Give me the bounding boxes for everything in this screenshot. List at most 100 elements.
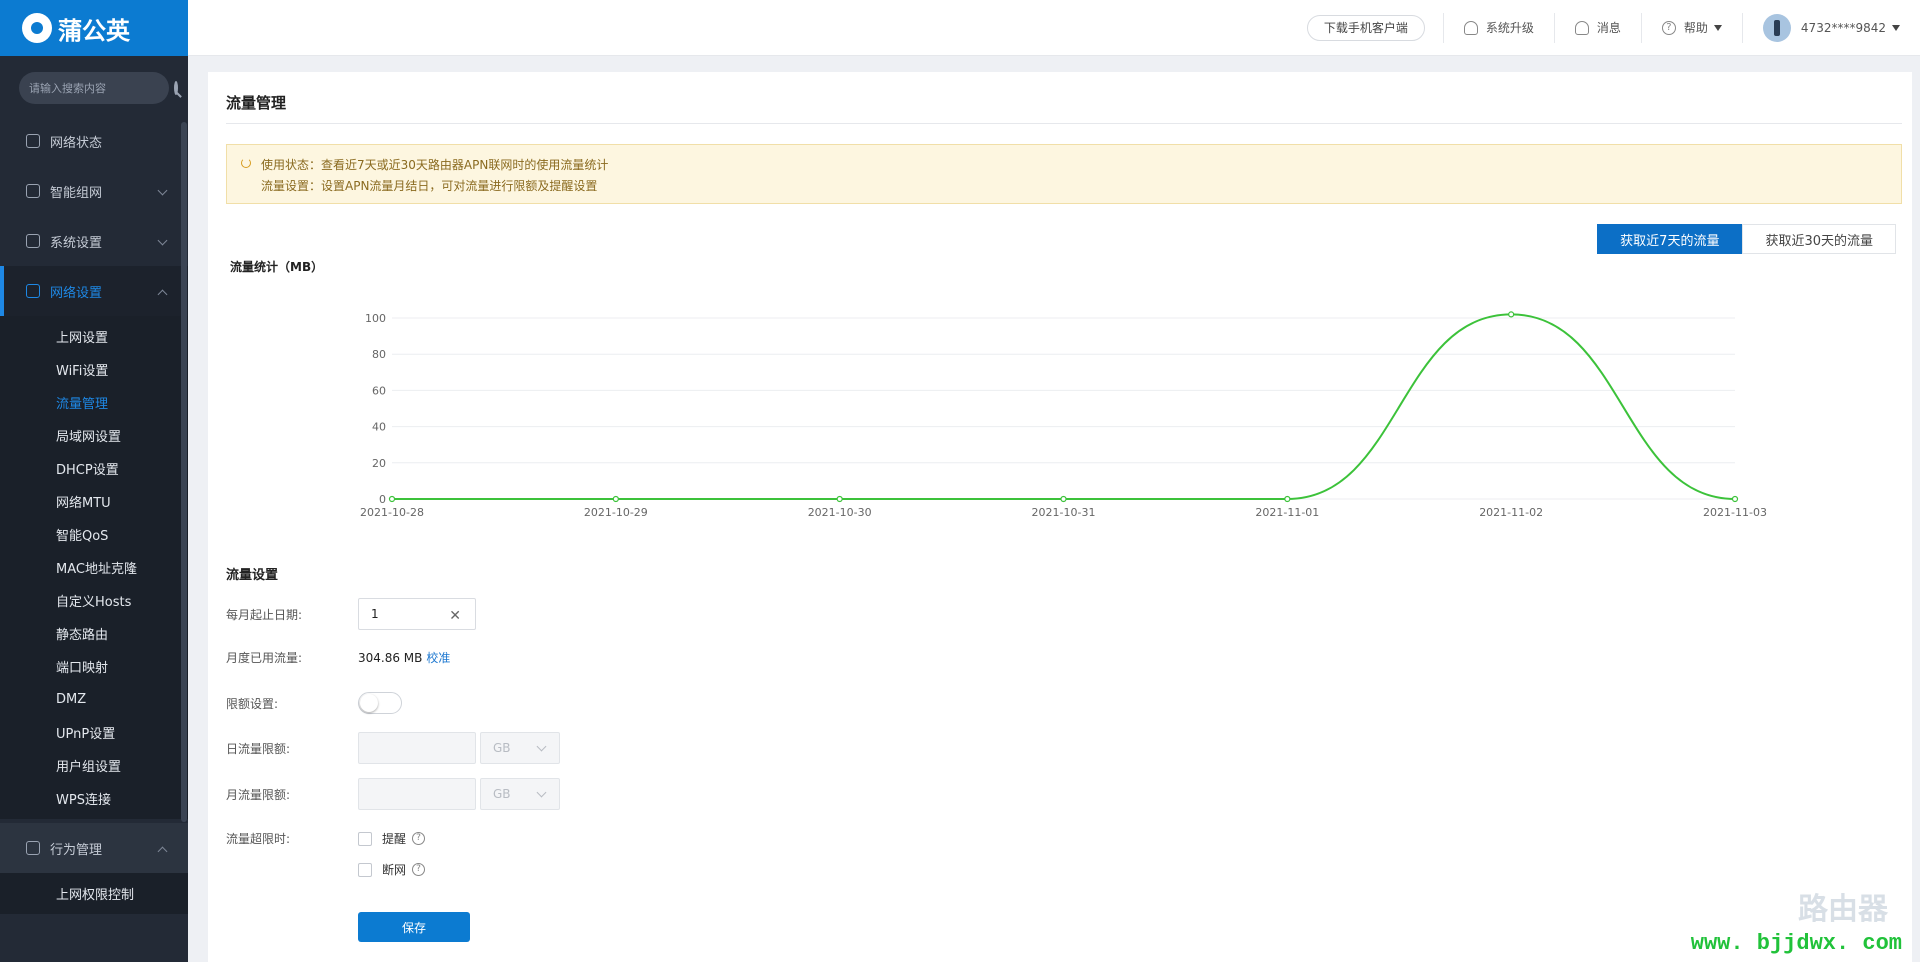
x-tick-label: 2021-10-28 [360, 506, 424, 519]
logo[interactable]: 蒲公英 [0, 0, 188, 56]
submenu-item-active[interactable]: 流量管理 [0, 386, 188, 419]
y-tick-label: 20 [372, 457, 386, 470]
monthly-limit-row: 月流量限额: GB [226, 778, 560, 810]
help-icon: ? [1661, 20, 1676, 35]
avatar [1762, 13, 1791, 42]
behavior-submenu: 上网权限控制 [0, 873, 188, 914]
data-point [1284, 495, 1291, 503]
submenu-item[interactable]: MAC地址克隆 [0, 551, 188, 584]
month-start-input[interactable]: 1 ✕ [358, 598, 476, 630]
clear-icon[interactable]: ✕ [449, 608, 461, 624]
network-icon [26, 184, 40, 198]
data-point [612, 495, 619, 503]
globe-icon [26, 134, 40, 148]
user-name: 4732****9842 [1800, 20, 1886, 35]
exceed-row: 流量超限时: 提醒 ? [226, 830, 426, 847]
daily-limit-unit-select[interactable]: GB [480, 732, 560, 764]
help-icon[interactable]: ? [412, 832, 426, 845]
chevron-up-icon [157, 289, 168, 300]
search-input[interactable] [29, 81, 174, 95]
remind-label: 提醒 [382, 832, 407, 846]
rocket-icon [1463, 20, 1478, 35]
y-tick-label: 60 [372, 384, 386, 397]
x-tick-label: 2021-11-02 [1479, 506, 1543, 519]
watermark-url: www. bjjdwx. com [1690, 931, 1902, 956]
sidebar-item-network-settings[interactable]: 网络设置 [0, 266, 188, 316]
sidebar-item-label: 智能组网 [50, 185, 103, 201]
submenu-item[interactable]: 网络MTU [0, 485, 188, 518]
download-app-button[interactable]: 下载手机客户端 [1306, 14, 1425, 41]
logo-text: 蒲公英 [58, 16, 130, 45]
submenu-item[interactable]: DHCP设置 [0, 452, 188, 485]
user-menu[interactable]: 4732****9842 [1741, 12, 1920, 43]
remind-checkbox[interactable] [358, 831, 372, 846]
limit-toggle[interactable] [358, 692, 402, 714]
messages-label: 消息 [1596, 21, 1621, 35]
month-start-row: 每月起止日期: 1 ✕ [226, 598, 476, 630]
monthly-used-row: 月度已用流量: 304.86 MB 校准 [226, 649, 450, 666]
unit-label: GB [493, 741, 511, 755]
sidebar-item-network-status[interactable]: 网络状态 [0, 116, 188, 166]
data-point [1731, 495, 1739, 503]
submenu-item[interactable]: 端口映射 [0, 650, 188, 683]
monthly-used-value: 304.86 MB [358, 650, 423, 665]
sidebar-item-system-settings[interactable]: 系统设置 [0, 216, 188, 266]
chevron-up-icon [157, 846, 168, 857]
daily-limit-input[interactable] [358, 732, 476, 764]
data-point [836, 495, 843, 503]
x-tick-label: 2021-10-31 [1032, 506, 1096, 519]
submenu-item[interactable]: 自定义Hosts [0, 584, 188, 617]
help-menu[interactable]: ? 帮助 [1640, 12, 1742, 43]
network-settings-submenu: 上网设置 WiFi设置 流量管理 局域网设置 DHCP设置 网络MTU 智能Qo… [0, 316, 188, 819]
series-line [392, 313, 1736, 501]
help-label: 帮助 [1683, 21, 1708, 35]
monthly-limit-unit-select[interactable]: GB [480, 778, 560, 810]
chevron-down-icon [157, 235, 168, 246]
submenu-item[interactable]: WPS连接 [0, 782, 188, 815]
x-tick-label: 2021-10-29 [584, 506, 648, 519]
field-label: 日流量限额: [226, 741, 291, 756]
chevron-down-icon [157, 185, 168, 196]
sidebar-scrollbar[interactable] [181, 122, 187, 822]
submenu-item[interactable]: 上网设置 [0, 320, 188, 353]
calibrate-link[interactable]: 校准 [426, 649, 450, 666]
disconnect-checkbox[interactable] [358, 862, 372, 877]
watermark-logo: 路由器 [1798, 892, 1888, 927]
x-tick-label: 2021-10-30 [808, 506, 872, 519]
system-upgrade-link[interactable]: 系统升级 [1442, 12, 1554, 43]
sidebar-item-label: 网络状态 [50, 135, 103, 151]
submenu-item[interactable]: 静态路由 [0, 617, 188, 650]
submenu-item[interactable]: 上网权限控制 [0, 877, 188, 910]
y-tick-label: 40 [372, 421, 386, 434]
shield-icon [26, 841, 40, 855]
chevron-down-icon [536, 787, 547, 798]
submenu-item[interactable]: DMZ [0, 683, 188, 716]
submenu-item[interactable]: 用户组设置 [0, 749, 188, 782]
monthly-limit-input[interactable] [358, 778, 476, 810]
submenu-item[interactable]: WiFi设置 [0, 353, 188, 386]
logo-icon [22, 13, 52, 43]
input-value: 1 [371, 607, 379, 621]
submenu-item[interactable]: UPnP设置 [0, 716, 188, 749]
messages-link[interactable]: 消息 [1553, 12, 1641, 43]
help-icon[interactable]: ? [412, 863, 426, 876]
upgrade-label: 系统升级 [1485, 21, 1534, 35]
submenu-item[interactable]: 局域网设置 [0, 419, 188, 452]
bell-icon [1574, 20, 1589, 35]
data-point [388, 495, 396, 503]
main-panel: 流量管理 使用状态：查看近7天或近30天路由器APN联网时的使用流量统计 流量设… [208, 72, 1912, 962]
submenu-item[interactable]: 智能QoS [0, 518, 188, 551]
data-point [1508, 311, 1515, 318]
field-label: 每月起止日期: [226, 607, 303, 622]
sidebar-item-behavior-management[interactable]: 行为管理 [0, 823, 188, 873]
x-tick-label: 2021-11-01 [1255, 506, 1319, 519]
sidebar-item-smart-network[interactable]: 智能组网 [0, 166, 188, 216]
y-tick-label: 100 [365, 312, 386, 325]
search-icon[interactable] [174, 81, 178, 95]
save-button[interactable]: 保存 [358, 912, 470, 942]
document-icon [26, 284, 40, 298]
disconnect-label: 断网 [382, 863, 407, 877]
data-point [1060, 495, 1067, 503]
y-tick-label: 0 [379, 493, 386, 506]
field-label: 流量超限时: [226, 832, 291, 846]
